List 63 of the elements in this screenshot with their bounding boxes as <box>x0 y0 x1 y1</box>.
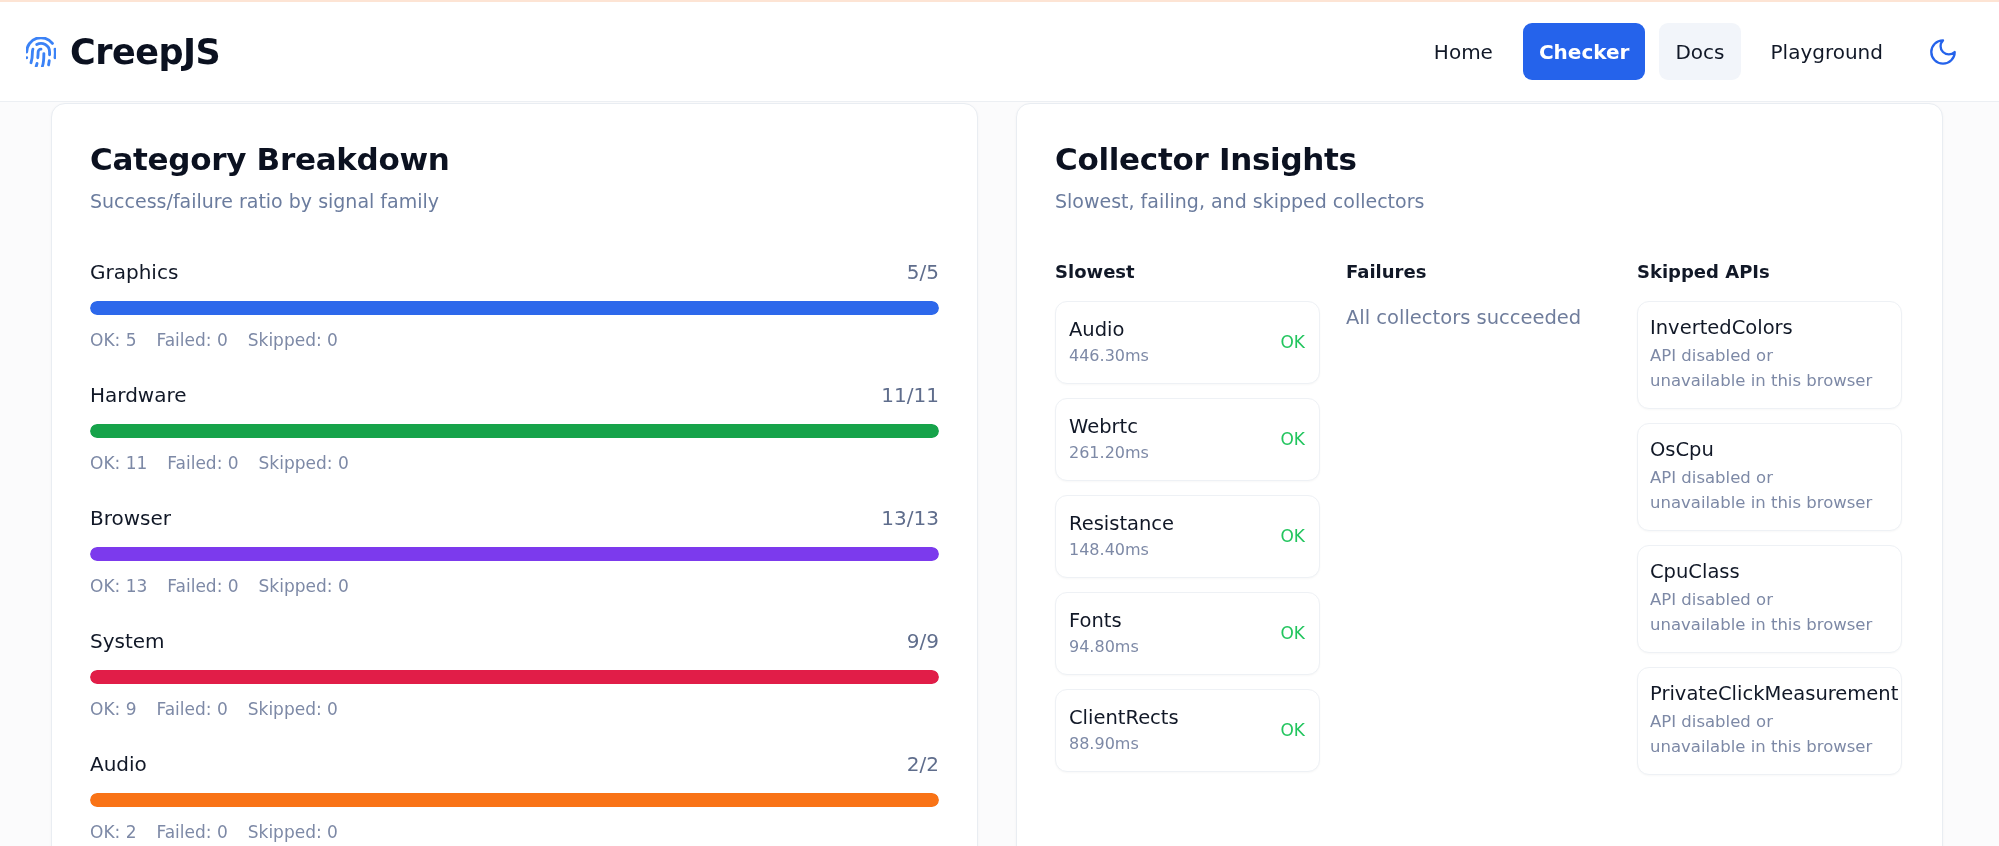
column-heading: Skipped APIs <box>1637 260 1771 284</box>
category-ratio: 11/11 <box>881 383 939 407</box>
api-name: PrivateClickMeasurement <box>1650 681 1899 707</box>
collector-time: 94.80ms <box>1069 636 1139 658</box>
category-ratio: 9/9 <box>906 629 939 653</box>
failed-count: Failed: 0 <box>156 698 228 721</box>
nav-link[interactable]: Home <box>1417 23 1509 80</box>
logo-link[interactable]: CreepJS <box>26 31 221 72</box>
category-name: Audio <box>90 752 147 776</box>
collector-name: Audio <box>1069 317 1126 343</box>
card-title: Category Breakdown <box>90 140 451 179</box>
api-description: API disabled or unavailable in this browser <box>1650 711 1873 758</box>
api-description: API disabled or unavailable in this browser <box>1650 589 1873 636</box>
collector-name: ClientRects <box>1069 705 1179 731</box>
collector-time: 446.30ms <box>1069 345 1149 367</box>
api-name: OsCpu <box>1650 437 1714 463</box>
category-ratio: 2/2 <box>906 752 939 776</box>
ok-count: OK: 11 <box>90 452 148 475</box>
column-heading: Failures <box>1346 260 1428 284</box>
category-name: Hardware <box>90 383 187 407</box>
card-subtitle: Slowest, failing, and skipped collectors <box>1055 189 1426 214</box>
api-name: CpuClass <box>1650 559 1740 585</box>
api-description: API disabled or unavailable in this browser <box>1650 467 1873 514</box>
collector-name: Fonts <box>1069 608 1123 634</box>
collector-time: 148.40ms <box>1069 539 1150 561</box>
failed-count: Failed: 0 <box>156 821 228 844</box>
status-label: OK <box>1280 623 1305 643</box>
skipped-count: Skipped: 0 <box>258 575 349 598</box>
skipped-count: Skipped: 0 <box>258 452 349 475</box>
category-name: Graphics <box>90 260 179 284</box>
status-label: OK <box>1280 332 1305 352</box>
skipped-count: Skipped: 0 <box>247 821 338 844</box>
collector-time: 261.20ms <box>1069 442 1149 464</box>
collector-name: Resistance <box>1069 511 1175 537</box>
failed-count: Failed: 0 <box>167 452 239 475</box>
column-heading: Slowest <box>1055 260 1136 284</box>
card-title: Collector Insights <box>1055 140 1358 179</box>
ok-count: OK: 13 <box>90 575 148 598</box>
collector-time: 88.90ms <box>1069 733 1140 755</box>
skipped-count: Skipped: 0 <box>247 329 338 352</box>
api-description: API disabled or unavailable in this browser <box>1650 345 1873 392</box>
ok-count: OK: 5 <box>90 329 137 352</box>
failures-message: All collectors succeeded <box>1346 305 1583 331</box>
category-ratio: 5/5 <box>906 260 939 284</box>
nav-link[interactable]: Playground <box>1754 23 1899 80</box>
skipped-count: Skipped: 0 <box>247 698 338 721</box>
category-ratio: 13/13 <box>881 506 939 530</box>
status-label: OK <box>1280 526 1305 546</box>
status-label: OK <box>1280 720 1305 740</box>
collector-name: Webrtc <box>1069 414 1139 440</box>
moon-icon <box>1930 38 1956 65</box>
failed-count: Failed: 0 <box>156 329 228 352</box>
category-name: System <box>90 629 165 653</box>
api-name: InvertedColors <box>1650 315 1793 341</box>
fingerprint-icon <box>26 36 56 67</box>
nav-link[interactable]: Checker <box>1522 23 1646 80</box>
ok-count: OK: 2 <box>90 821 137 844</box>
nav-link[interactable]: Docs <box>1659 23 1741 80</box>
status-label: OK <box>1280 429 1305 449</box>
ok-count: OK: 9 <box>90 698 137 721</box>
card-subtitle: Success/failure ratio by signal family <box>90 189 440 214</box>
category-name: Browser <box>90 506 172 530</box>
failed-count: Failed: 0 <box>167 575 239 598</box>
